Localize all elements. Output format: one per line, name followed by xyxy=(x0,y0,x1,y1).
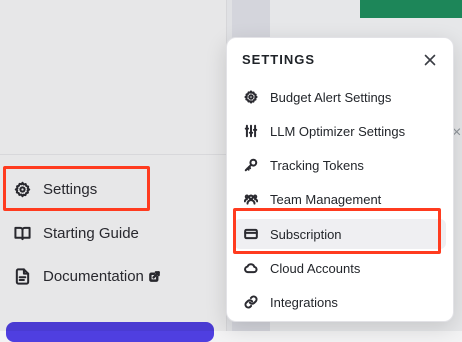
highlight-box-settings xyxy=(3,166,150,211)
close-icon xyxy=(424,54,436,66)
menu-item-label: Cloud Accounts xyxy=(270,260,361,276)
menu-item-llm-optimizer-settings[interactable]: LLM Optimizer Settings xyxy=(234,116,446,146)
menu-item-label: LLM Optimizer Settings xyxy=(270,123,406,139)
popover-title: SETTINGS xyxy=(242,52,316,67)
link-icon xyxy=(244,295,258,309)
key-icon xyxy=(244,158,258,172)
menu-item-label: Integrations xyxy=(270,294,338,310)
cloud-icon xyxy=(244,261,258,275)
menu-item-cloud-accounts[interactable]: Cloud Accounts xyxy=(234,253,446,283)
menu-item-label: Tracking Tokens xyxy=(270,157,364,173)
menu-item-integrations[interactable]: Integrations xyxy=(234,287,446,317)
settings-popover: SETTINGS Budget Alert Settings LLM Optim… xyxy=(226,37,454,322)
menu-item-budget-alert-settings[interactable]: Budget Alert Settings xyxy=(234,82,446,112)
menu-item-tracking-tokens[interactable]: Tracking Tokens xyxy=(234,150,446,180)
menu-item-label: Budget Alert Settings xyxy=(270,89,392,105)
menu-item-label: Team Management xyxy=(270,191,382,207)
users-icon xyxy=(244,192,258,206)
close-button[interactable] xyxy=(420,50,440,70)
gear-icon xyxy=(244,90,258,104)
sliders-icon xyxy=(244,124,258,138)
highlight-box-subscription xyxy=(233,208,441,254)
